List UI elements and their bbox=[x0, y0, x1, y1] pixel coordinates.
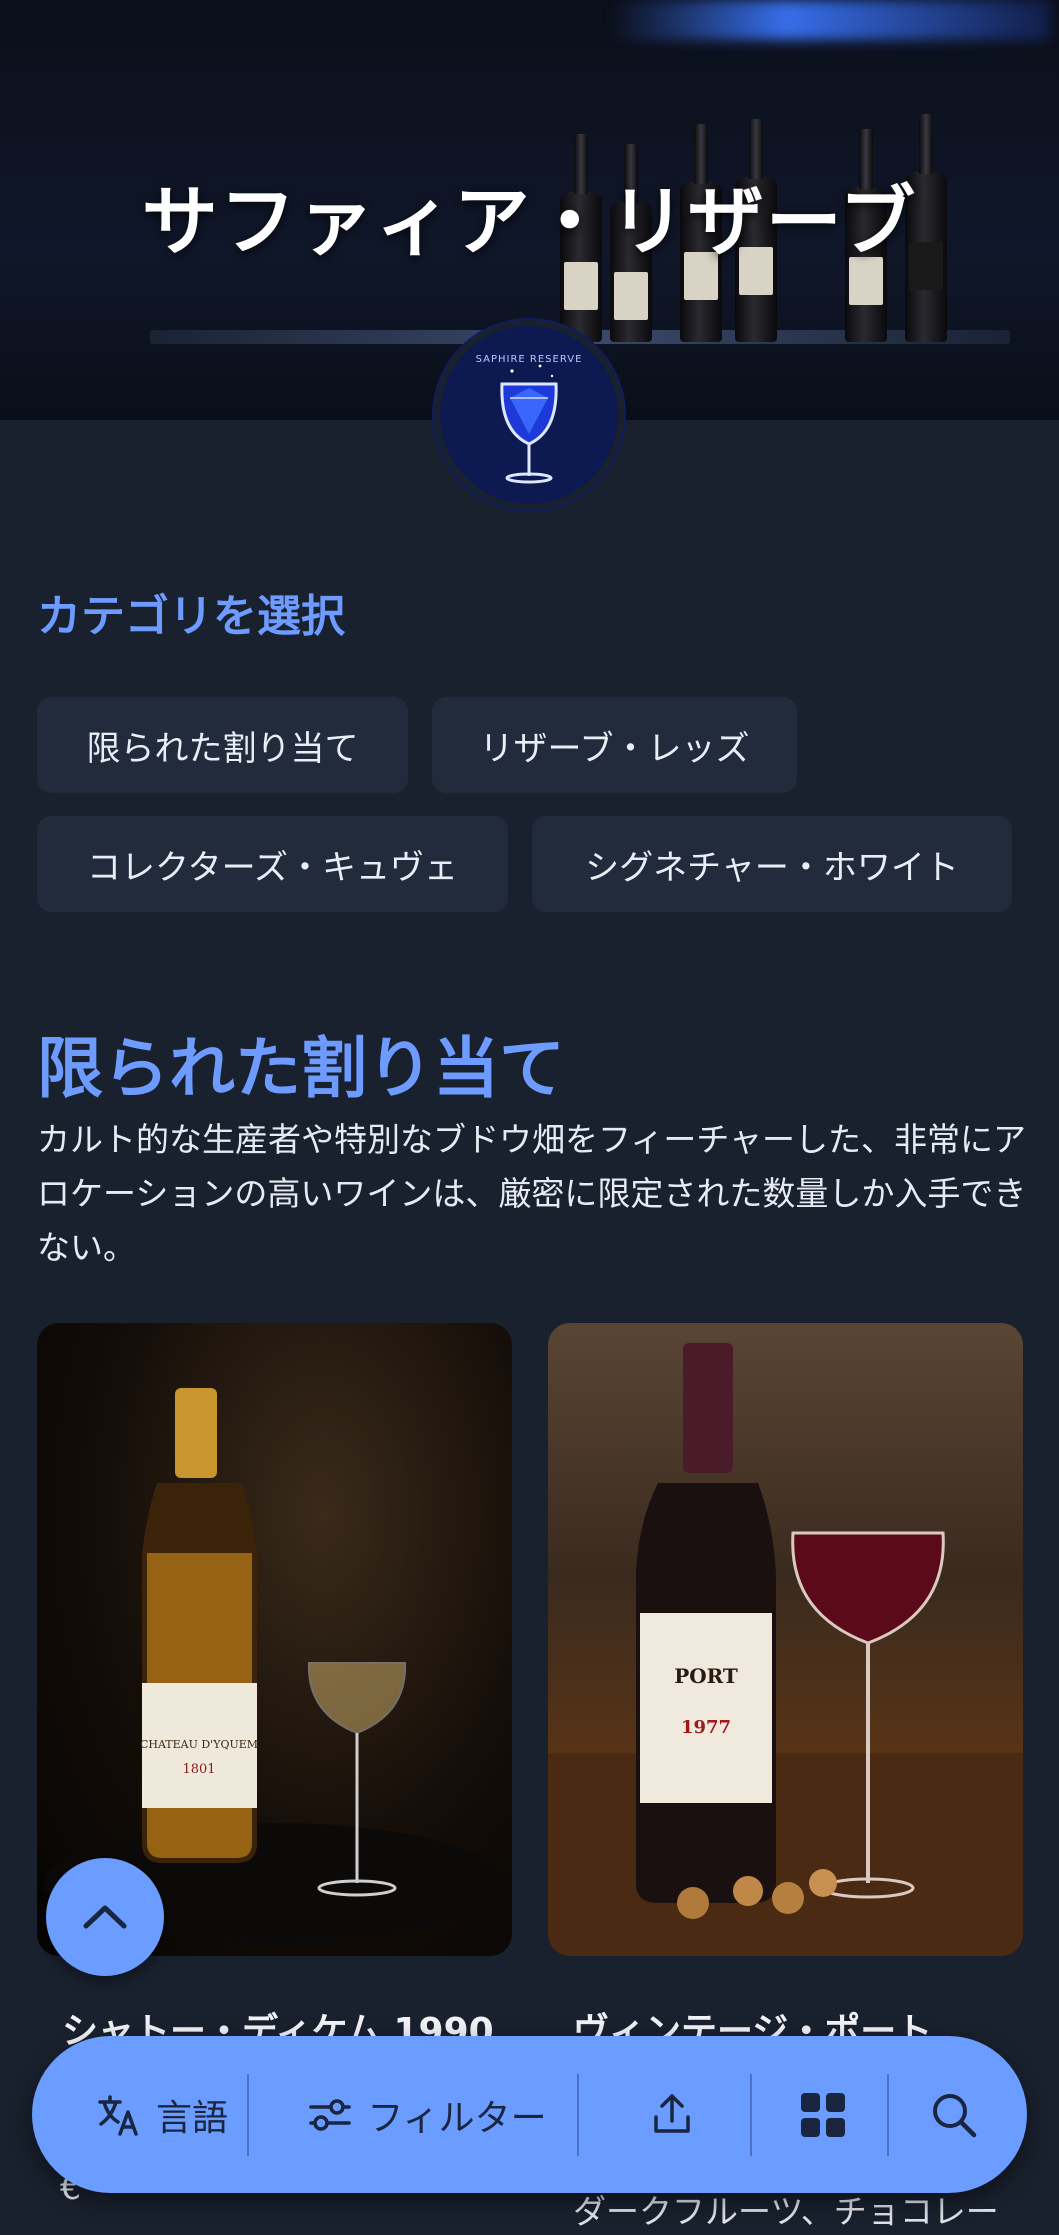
language-label: 言語 bbox=[155, 2097, 228, 2139]
share-icon bbox=[654, 2093, 690, 2133]
filter-button[interactable]: フィルター bbox=[257, 2036, 597, 2193]
category-description: カルト的な生産者や特別なブドウ畑をフィーチャーした、非常にアロケーションの高いワ… bbox=[37, 1120, 1027, 1267]
shelf-light bbox=[610, 0, 1050, 40]
category-chip[interactable]: リザーブ・レッズ bbox=[432, 697, 797, 793]
bottle-year-text: 1801 bbox=[182, 1762, 215, 1777]
chevron-up-icon bbox=[83, 1905, 127, 1929]
wine-glass-icon bbox=[500, 364, 558, 484]
product-card[interactable]: PORT 1977 bbox=[548, 1323, 1023, 1956]
bottle-label-text: CHATEAU D'YQUEM bbox=[140, 1738, 258, 1751]
scroll-to-top-button[interactable] bbox=[46, 1858, 164, 1976]
category-chip-label: シグネチャー・ホワイト bbox=[585, 847, 959, 888]
page-title: サファィア・リザーブ bbox=[141, 177, 918, 266]
filter-icon bbox=[309, 2098, 352, 2131]
grid-view-button[interactable] bbox=[760, 2036, 885, 2193]
bottom-toolbar: 言語 フィルター bbox=[32, 2036, 1027, 2193]
category-select-heading: カテゴリを選択 bbox=[37, 591, 345, 642]
toolbar-divider bbox=[577, 2074, 579, 2156]
category-chip[interactable]: シグネチャー・ホワイト bbox=[532, 816, 1012, 912]
category-chip[interactable]: 限られた割り当て bbox=[37, 697, 408, 793]
toolbar-divider bbox=[887, 2074, 889, 2156]
search-icon bbox=[933, 2093, 977, 2137]
toolbar-divider bbox=[247, 2074, 249, 2156]
translate-icon bbox=[98, 2094, 138, 2136]
filter-label: フィルター bbox=[367, 2097, 547, 2139]
share-button[interactable] bbox=[607, 2036, 737, 2193]
bottle-year-text: 1977 bbox=[681, 1717, 731, 1738]
bottle-label-text: PORT bbox=[674, 1664, 738, 1688]
category-chip-label: リザーブ・レッズ bbox=[479, 728, 750, 769]
search-button[interactable] bbox=[894, 2036, 1014, 2193]
grid-icon bbox=[800, 2092, 845, 2137]
category-chip[interactable]: コレクターズ・キュヴェ bbox=[37, 816, 508, 912]
category-chip-label: コレクターズ・キュヴェ bbox=[87, 847, 458, 888]
category-title: 限られた割り当て bbox=[37, 1030, 565, 1107]
category-chip-label: 限られた割り当て bbox=[86, 728, 359, 769]
language-button[interactable]: 言語 bbox=[72, 2036, 252, 2193]
toolbar-divider bbox=[750, 2074, 752, 2156]
brand-logo: SAPHIRE RESERVE bbox=[434, 320, 624, 510]
product-image: PORT 1977 bbox=[548, 1343, 1023, 1956]
